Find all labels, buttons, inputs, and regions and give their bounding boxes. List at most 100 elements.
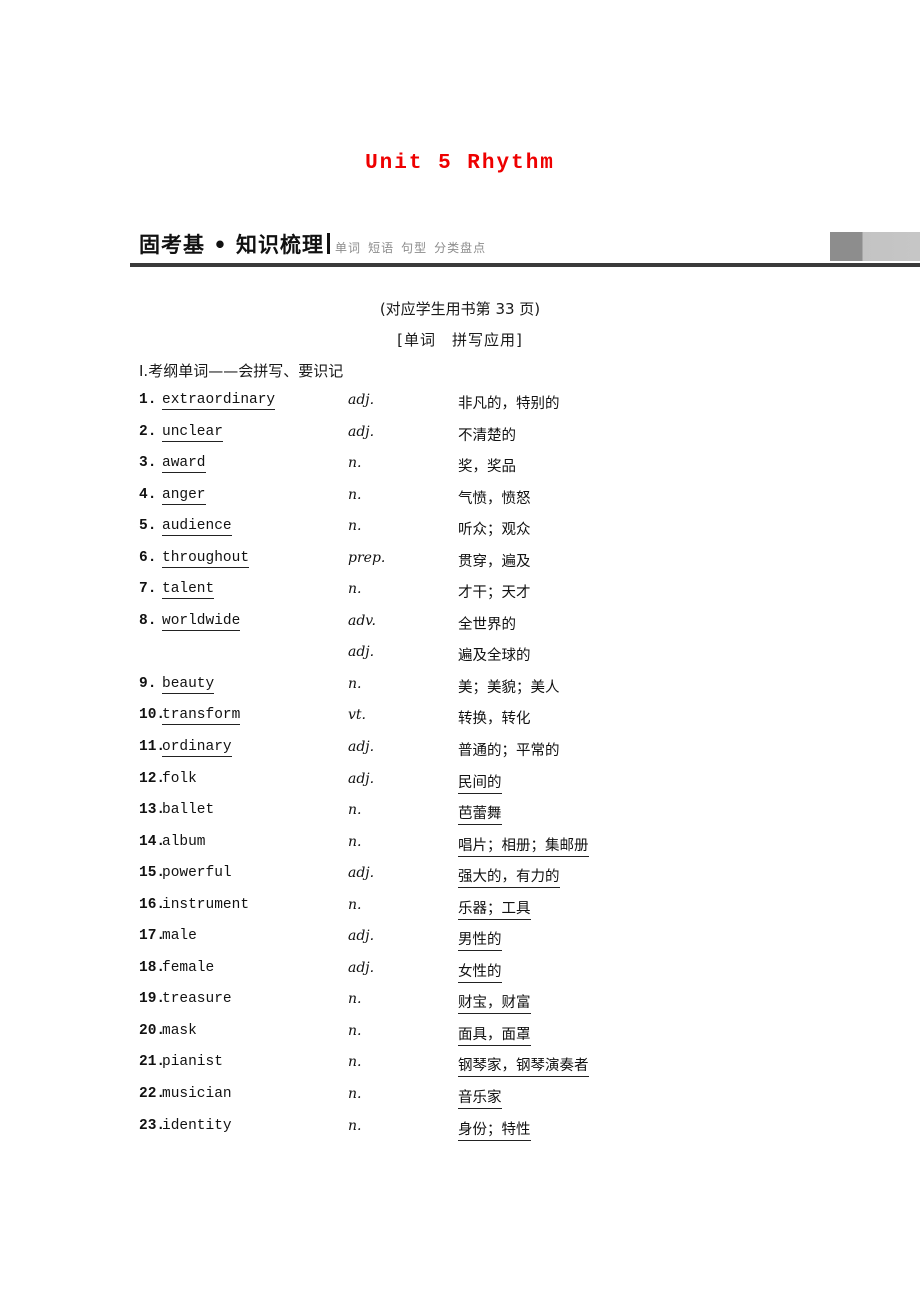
vocabulary-row: 19. treasure n. 财宝，财富	[0, 991, 920, 1023]
vocabulary-word: extraordinary	[162, 392, 276, 410]
vocabulary-meaning: 乐器；工具	[458, 897, 531, 920]
vocabulary-word: unclear	[162, 423, 223, 442]
vocabulary-row: 12. folk adj. 民间的	[0, 771, 920, 803]
vocabulary-meaning: 财宝，财富	[458, 991, 531, 1015]
vocabulary-word: mask	[162, 1022, 197, 1039]
vocabulary-part-of-speech: vt.	[348, 707, 366, 724]
vocabulary-row: 16. instrument n. 乐器；工具	[0, 897, 920, 929]
vocabulary-part-of-speech: adj.	[348, 959, 375, 976]
vocabulary-row: 6. throughout prep. 贯穿，遍及	[0, 550, 920, 582]
vocabulary-word: anger	[162, 486, 206, 505]
vocabulary-word: ballet	[162, 802, 215, 819]
unit-title: Unit 5 Rhythm	[365, 152, 555, 175]
banner-divider-bar	[327, 233, 331, 254]
section-banner-title: 固考基 • 知识梳理	[139, 233, 325, 257]
vocabulary-part-of-speech: n.	[348, 518, 362, 535]
reference-page-note: (对应学生用书第 33 页)	[379, 300, 541, 318]
vocabulary-part-of-speech: adj.	[348, 865, 375, 882]
vocabulary-part-of-speech: adv.	[348, 612, 377, 629]
vocabulary-meaning: 全世界的	[458, 616, 516, 633]
vocabulary-part-of-speech: n.	[348, 1117, 362, 1134]
roman-numeral-heading: Ⅰ.考纲单词——会拼写、要识记	[139, 362, 344, 380]
banner-tag-sentence-patterns: 句型	[401, 241, 428, 255]
vocabulary-row: 1. extraordinary adj. 非凡的，特别的	[0, 392, 920, 424]
vocabulary-row: 21. pianist n. 钢琴家，钢琴演奏者	[0, 1054, 920, 1086]
banner-tag-classified-review: 分类盘点	[434, 241, 487, 255]
vocabulary-part-of-speech: adj.	[348, 392, 375, 408]
section-banner-content: 固考基 • 知识梳理 单词 短语 句型 分类盘点	[139, 231, 493, 262]
vocabulary-meaning: 强大的，有力的	[458, 865, 560, 889]
vocabulary-word: ordinary	[162, 739, 232, 758]
vocabulary-word: identity	[162, 1117, 232, 1134]
vocabulary-row: 5. audience n. 听众；观众	[0, 518, 920, 550]
vocabulary-word: male	[162, 928, 197, 945]
vocabulary-part-of-speech: n.	[348, 833, 362, 850]
vocabulary-part-of-speech: n.	[348, 896, 362, 913]
vocabulary-word: worldwide	[162, 612, 241, 631]
vocabulary-meaning: 唱片；相册；集邮册	[458, 834, 589, 857]
vocabulary-word: folk	[162, 770, 197, 787]
vocabulary-part-of-speech: adj.	[348, 644, 375, 661]
vocabulary-meaning: 奖，奖品	[458, 459, 516, 476]
vocabulary-meaning: 遍及全球的	[458, 648, 531, 665]
vocabulary-meaning: 转换，转化	[458, 711, 531, 728]
vocabulary-word: award	[162, 455, 206, 474]
vocabulary-word: musician	[162, 1086, 232, 1103]
banner-gradient-block	[830, 232, 920, 261]
vocabulary-meaning: 普通的；平常的	[458, 743, 560, 760]
vocabulary-meaning: 贯穿，遍及	[458, 553, 531, 570]
vocabulary-meaning: 民间的	[458, 771, 502, 794]
vocabulary-row: 22. musician n. 音乐家	[0, 1086, 920, 1118]
vocabulary-row: 3. award n. 奖，奖品	[0, 455, 920, 487]
vocabulary-part-of-speech: n.	[348, 802, 362, 819]
vocabulary-meaning: 女性的	[458, 960, 502, 983]
vocabulary-word: pianist	[162, 1054, 223, 1071]
vocabulary-row: 10. transform vt. 转换，转化	[0, 707, 920, 739]
vocabulary-meaning: 不清楚的	[458, 427, 516, 444]
vocabulary-word: instrument	[162, 896, 250, 913]
vocabulary-row: adj. 遍及全球的	[0, 644, 920, 676]
vocabulary-row: 8. worldwide adv. 全世界的	[0, 613, 920, 645]
banner-tag-vocabulary: 单词	[335, 241, 362, 255]
section-banner: 固考基 • 知识梳理 单词 短语 句型 分类盘点	[0, 231, 920, 271]
vocabulary-word: throughout	[162, 549, 250, 568]
vocabulary-word: powerful	[162, 865, 232, 882]
vocabulary-part-of-speech: n.	[348, 1054, 362, 1071]
vocabulary-meaning: 才干；天才	[458, 585, 531, 602]
vocabulary-row: 7. talent n. 才干；天才	[0, 581, 920, 613]
vocabulary-row: 9. beauty n. 美；美貌；美人	[0, 676, 920, 708]
vocabulary-word: female	[162, 959, 215, 976]
vocabulary-row: 17. male adj. 男性的	[0, 928, 920, 960]
banner-horizontal-rule	[130, 263, 920, 267]
vocabulary-part-of-speech: adj.	[348, 739, 375, 756]
vocabulary-row: 13. ballet n. 芭蕾舞	[0, 802, 920, 834]
vocabulary-word: album	[162, 833, 206, 850]
vocabulary-row: 14. album n. 唱片；相册；集邮册	[0, 834, 920, 866]
vocabulary-part-of-speech: n.	[348, 1022, 362, 1039]
vocabulary-word: treasure	[162, 991, 232, 1008]
vocabulary-part-of-speech: n.	[348, 1086, 362, 1103]
vocabulary-row: 4. anger n. 气愤，愤怒	[0, 487, 920, 519]
vocabulary-row: 11. ordinary adj. 普通的；平常的	[0, 739, 920, 771]
vocabulary-part-of-speech: adj.	[348, 770, 375, 787]
vocabulary-word: beauty	[162, 675, 215, 694]
vocabulary-meaning: 美；美貌；美人	[458, 679, 560, 696]
banner-tag-phrases: 短语	[368, 241, 395, 255]
vocabulary-part-of-speech: prep.	[348, 549, 386, 566]
vocabulary-meaning: 芭蕾舞	[458, 802, 502, 826]
vocabulary-part-of-speech: n.	[348, 581, 362, 598]
vocabulary-word: transform	[162, 707, 241, 726]
vocabulary-meaning: 音乐家	[458, 1086, 502, 1110]
vocabulary-part-of-speech: n.	[348, 486, 362, 503]
vocabulary-meaning: 面具，面罩	[458, 1023, 531, 1046]
vocabulary-row: 15. powerful adj. 强大的，有力的	[0, 865, 920, 897]
vocabulary-part-of-speech: adj.	[348, 928, 375, 945]
subsection-heading: [单词 拼写应用]	[397, 331, 523, 349]
vocabulary-meaning: 钢琴家，钢琴演奏者	[458, 1054, 589, 1078]
vocabulary-list: 1. extraordinary adj. 非凡的，特别的 2. unclear adj. 不…	[0, 392, 920, 1149]
vocabulary-meaning: 听众；观众	[458, 522, 531, 539]
vocabulary-word: talent	[162, 581, 215, 600]
section-banner-tags: 单词 短语 句型 分类盘点	[335, 234, 493, 262]
vocabulary-part-of-speech: n.	[348, 455, 362, 472]
vocabulary-meaning: 身份；特性	[458, 1118, 531, 1141]
